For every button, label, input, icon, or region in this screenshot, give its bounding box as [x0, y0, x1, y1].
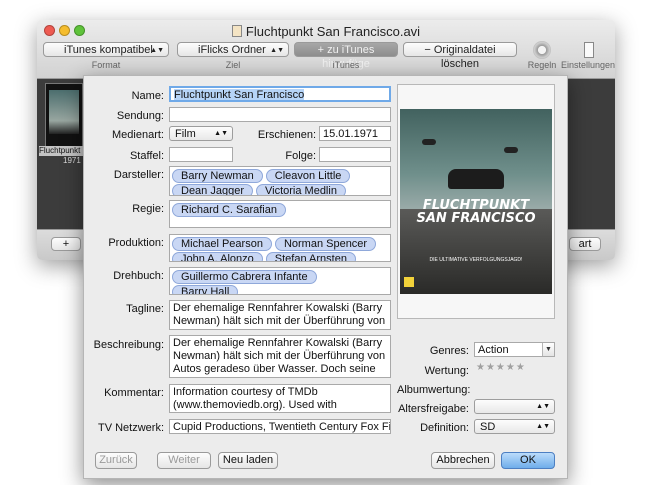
poster-title-line: SAN FRANCISCO — [416, 211, 536, 226]
toolbar: Fluchtpunkt San Francisco.avi iTunes kom… — [37, 20, 615, 79]
medienart-popup[interactable]: Film ▲▼ — [169, 126, 233, 141]
regie-label: Regie: — [132, 203, 164, 215]
delete-original-button[interactable]: − Originaldatei löschen — [403, 42, 517, 70]
token[interactable]: Victoria Medlin — [256, 184, 346, 195]
popup-arrows-icon: ▲▼ — [536, 423, 550, 430]
popup-arrows-icon: ▲▼ — [214, 130, 228, 137]
list-item-thumbnail[interactable] — [45, 83, 83, 147]
add-to-itunes-button[interactable]: + zu iTunes hinzufüge — [294, 42, 398, 70]
poster-thumbnail — [49, 90, 79, 134]
token[interactable]: Cleavon Little — [265, 169, 351, 183]
cancel-button[interactable]: Abbrechen — [431, 452, 495, 469]
produktion-label: Produktion: — [108, 237, 164, 249]
list-item-year: 1971 — [63, 156, 81, 165]
poster-image: FLUCHTPUNKT SAN FRANCISCO DIE ULTIMATIVE… — [400, 109, 552, 294]
ziel-popup[interactable]: iFlicks Ordner ▲▼ — [177, 42, 289, 57]
wertung-label: Wertung: — [424, 365, 469, 377]
token[interactable]: Guillermo Cabrera Infante — [172, 270, 317, 284]
rules-label: Regeln — [527, 60, 557, 70]
token[interactable]: John A. Alonzo — [172, 252, 263, 261]
tv-netzwerk-label: TV Netzwerk: — [97, 422, 164, 434]
poster-tagline: DIE ULTIMATIVE VERFOLGUNGSJAGD! — [429, 257, 523, 263]
metadata-sheet: Name: Fluchtpunkt San Francisco Sendung:… — [83, 75, 568, 479]
token[interactable]: Stefan Arnsten — [265, 252, 356, 261]
fsk-badge-icon — [404, 277, 414, 287]
token[interactable]: Richard C. Sarafian — [172, 203, 286, 217]
ok-button[interactable]: OK — [501, 452, 555, 469]
back-button[interactable]: Zurück — [95, 452, 137, 469]
ziel-caption: Ziel — [225, 60, 241, 70]
start-button[interactable]: art — [569, 237, 601, 251]
tv-netzwerk-field[interactable]: Cupid Productions, Twentieth Century Fox… — [169, 419, 391, 434]
poster-title: FLUCHTPUNKT SAN FRANCISCO — [400, 199, 552, 225]
altersfreigabe-label: Altersfreigabe: — [398, 403, 469, 415]
staffel-label: Staffel: — [129, 150, 164, 162]
combobox-arrow-icon[interactable]: ▼ — [542, 343, 554, 356]
regie-token-field[interactable]: Richard C. Sarafian — [169, 200, 391, 228]
darsteller-label: Darsteller: — [113, 169, 164, 181]
format-value: iTunes kompatibel — [64, 44, 153, 56]
token[interactable]: Michael Pearson — [172, 237, 272, 251]
altersfreigabe-popup[interactable]: ▲▼ — [474, 399, 555, 414]
window-title-text: Fluchtpunkt San Francisco.avi — [245, 24, 421, 39]
poster-well[interactable]: FLUCHTPUNKT SAN FRANCISCO DIE ULTIMATIVE… — [397, 84, 555, 319]
medienart-value: Film — [175, 128, 196, 140]
popup-arrows-icon: ▲▼ — [536, 403, 550, 410]
gear-icon[interactable] — [533, 41, 551, 59]
window-title: Fluchtpunkt San Francisco.avi — [37, 24, 615, 39]
name-label: Name: — [131, 90, 164, 102]
folge-field[interactable] — [319, 147, 391, 162]
definition-popup[interactable]: SD ▲▼ — [474, 419, 555, 434]
token[interactable]: Barry Hall — [172, 285, 239, 294]
format-popup[interactable]: iTunes kompatibel ▲▼ — [43, 42, 169, 57]
produktion-token-field[interactable]: Michael Pearson Norman Spencer John A. Al… — [169, 234, 391, 262]
list-item-name: Fluchtpunkt San Francisco — [39, 146, 87, 156]
poster-car — [448, 169, 504, 189]
token[interactable]: Norman Spencer — [274, 237, 377, 251]
definition-value: SD — [480, 421, 496, 433]
reload-button[interactable]: Neu laden — [218, 452, 278, 469]
beschreibung-label: Beschreibung: — [93, 339, 164, 351]
genres-combobox[interactable]: Action ▼ — [474, 342, 555, 357]
sendung-label: Sendung: — [116, 110, 164, 122]
erschienen-label: Erschienen: — [257, 129, 316, 141]
token[interactable]: Barry Newman — [172, 169, 263, 183]
settings-label: Einstellungen — [560, 60, 615, 70]
file-icon — [231, 25, 242, 37]
drehbuch-label: Drehbuch: — [113, 270, 164, 282]
folge-label: Folge: — [285, 150, 316, 162]
name-field[interactable]: Fluchtpunkt San Francisco — [169, 86, 391, 102]
staffel-field[interactable] — [169, 147, 233, 162]
kommentar-label: Kommentar: — [104, 387, 164, 399]
kommentar-field[interactable]: Information courtesy of TMDb (www.themov… — [169, 384, 391, 413]
add-button[interactable]: + — [51, 237, 81, 251]
sendung-field[interactable] — [169, 107, 391, 122]
popup-arrows-icon: ▲▼ — [150, 47, 164, 54]
popup-arrows-icon: ▲▼ — [270, 47, 284, 54]
tagline-label: Tagline: — [126, 303, 164, 315]
beschreibung-field[interactable]: Der ehemalige Rennfahrer Kowalski (Barry… — [169, 335, 391, 378]
next-button[interactable]: Weiter — [157, 452, 211, 469]
format-caption: Format — [91, 60, 121, 70]
darsteller-token-field[interactable]: Barry Newman Cleavon Little Dean Jagger Vi… — [169, 166, 391, 196]
drehbuch-token-field[interactable]: Guillermo Cabrera InfanteBarry Hall — [169, 267, 391, 295]
genres-value: Action — [478, 344, 509, 356]
token[interactable]: Dean Jagger — [172, 184, 253, 195]
poster-helicopter — [504, 147, 518, 153]
genres-label: Genres: — [429, 345, 469, 357]
itunes-caption: iTunes — [332, 60, 360, 70]
albumwertung-label: Albumwertung: — [397, 384, 471, 396]
poster-helicopter — [422, 139, 436, 145]
definition-label: Definition: — [420, 422, 469, 434]
rating-stars[interactable]: ★★★★★ — [476, 362, 526, 373]
erschienen-field[interactable]: 15.01.1971 — [319, 126, 391, 141]
name-value: Fluchtpunkt San Francisco — [174, 89, 305, 101]
tagline-field[interactable]: Der ehemalige Rennfahrer Kowalski (Barry… — [169, 300, 391, 330]
switch-icon[interactable] — [584, 42, 594, 58]
ziel-value: iFlicks Ordner — [198, 44, 266, 56]
medienart-label: Medienart: — [112, 129, 164, 141]
